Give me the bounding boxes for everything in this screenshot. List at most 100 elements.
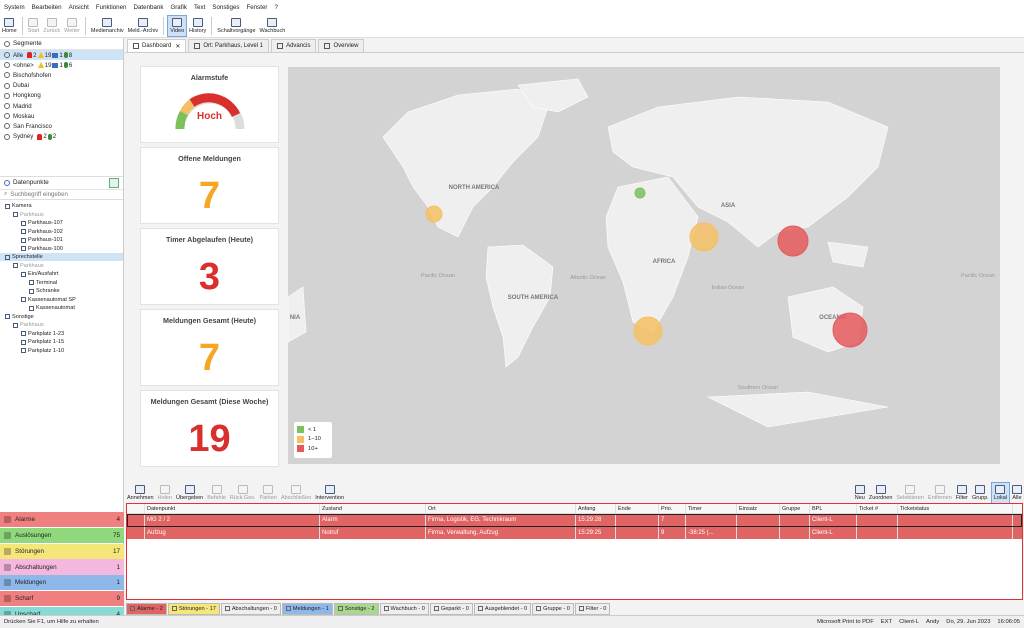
alarm-alle-button[interactable]: Alle: [1010, 482, 1024, 504]
tree-node[interactable]: Kassenautomat SP: [0, 295, 123, 304]
tab-2[interactable]: Advancis: [271, 39, 317, 52]
column-header[interactable]: Anfang: [576, 504, 616, 513]
tree-node[interactable]: Kamera: [0, 202, 123, 211]
filter-toggle-icon[interactable]: [109, 177, 119, 188]
alarm-entfernen-button[interactable]: Entfernen: [926, 482, 954, 504]
column-header[interactable]: Ende: [616, 504, 659, 513]
segment-item[interactable]: Alle 2 19 1 8: [0, 50, 123, 61]
toolbar-medienarchiv-button[interactable]: Medienarchiv: [89, 15, 126, 37]
tree-node[interactable]: Parkhaus-102: [0, 227, 123, 236]
tree-node[interactable]: Parkhaus-107: [0, 219, 123, 228]
tree-node[interactable]: Parkplatz 1-10: [0, 346, 123, 355]
map-bubble[interactable]: [832, 312, 868, 348]
alarm-filter-button[interactable]: Filter: [954, 482, 970, 504]
alarm-abschlieen-button[interactable]: Abschließen: [279, 482, 313, 504]
segment-item[interactable]: Moskau: [0, 111, 123, 121]
segment-item[interactable]: San Francisco: [0, 121, 123, 131]
tree-node[interactable]: Parkhaus: [0, 261, 123, 270]
column-header[interactable]: Ticketstatus: [898, 504, 1013, 513]
alarm-zuordnen-button[interactable]: Zuordnen: [867, 482, 895, 504]
tab-3[interactable]: Overview: [318, 39, 365, 52]
bottom-tab[interactable]: Störungen - 17: [167, 602, 220, 615]
tree-node[interactable]: Sonstige: [0, 312, 123, 321]
alarm-befehle-button[interactable]: Befehle: [205, 482, 228, 504]
category-abschaltungen[interactable]: Abschaltungen 1: [0, 559, 124, 575]
tree-node[interactable]: Kassenautomat: [0, 304, 123, 313]
bottom-tab[interactable]: Geparkt - 0: [429, 602, 473, 615]
map-bubble[interactable]: [634, 187, 646, 199]
segment-item[interactable]: Sydney 2 2: [0, 132, 123, 142]
alarm-grupp-button[interactable]: Grupp.: [970, 482, 991, 504]
toolbar-wachbuch-button[interactable]: Wachbuch: [258, 15, 288, 37]
table-row[interactable]: MG 2 / 2 Alarm Firma, Logistik, EG, Techni…: [127, 514, 1022, 527]
tab-1[interactable]: Ort: Parkhaus, Level 1: [188, 39, 270, 52]
category-auslösungen[interactable]: Auslösungen 75: [0, 527, 124, 544]
tree-node[interactable]: Parkhaus: [0, 321, 123, 330]
tree-node[interactable]: Parkplatz 1-15: [0, 338, 123, 347]
column-header[interactable]: Zustand: [320, 504, 426, 513]
segment-item[interactable]: Hongkong: [0, 91, 123, 101]
category-alarme[interactable]: Alarme 4: [0, 512, 124, 528]
tree-node[interactable]: Sprechstelle: [0, 252, 123, 262]
column-header[interactable]: Ort: [426, 504, 576, 513]
world-map[interactable]: NORTH AMERICA SOUTH AMERICA AFRICA ASIA OCEA…: [287, 67, 1000, 464]
datapoint-search[interactable]: ⌕ Suchbegriff eingeben: [0, 190, 123, 200]
category-scharf[interactable]: Scharf 9: [0, 590, 124, 607]
toolbar-schaltvorgnge-button[interactable]: Schaltvorgänge: [215, 15, 257, 37]
menu-text[interactable]: Text: [194, 4, 205, 11]
bottom-tab[interactable]: Alarme - 2: [126, 602, 167, 615]
toolbar-zurck-button[interactable]: Zurück: [41, 15, 62, 37]
tree-node[interactable]: Parkplatz 1-23: [0, 329, 123, 338]
segment-item[interactable]: <ohne> 19 1 6: [0, 60, 123, 70]
bottom-tab[interactable]: Filter - 0: [574, 602, 611, 615]
column-header[interactable]: Prio.: [659, 504, 686, 513]
tree-node[interactable]: Parkhaus-100: [0, 244, 123, 253]
menu-ansicht[interactable]: Ansicht: [69, 4, 89, 11]
tab-0[interactable]: Dashboard ✕: [127, 39, 187, 52]
bottom-tab[interactable]: Abschaltungen - 0: [220, 602, 281, 615]
map-bubble[interactable]: [633, 316, 663, 346]
tree-node[interactable]: Parkhaus: [0, 210, 123, 219]
column-header[interactable]: Datenpunkt: [145, 504, 320, 513]
tree-node[interactable]: Ein/Ausfahrt: [0, 270, 123, 279]
menu-grafik[interactable]: Grafik: [170, 4, 187, 11]
category-störungen[interactable]: Störungen 17: [0, 543, 124, 559]
bottom-tab[interactable]: Meldungen - 1: [281, 602, 333, 615]
menu-fenster[interactable]: Fenster: [247, 4, 268, 11]
alarm-selektieren-button[interactable]: Selektieren: [894, 482, 926, 504]
close-icon[interactable]: ✕: [175, 43, 180, 50]
menu-bearbeiten[interactable]: Bearbeiten: [32, 4, 62, 11]
menu-sonstiges[interactable]: Sonstiges: [212, 4, 239, 11]
toolbar-meldarchiv-button[interactable]: Meld.-Archiv: [126, 15, 161, 37]
tree-node[interactable]: Schranke: [0, 287, 123, 296]
alarm-rckges-button[interactable]: Rück.Ges.: [228, 482, 258, 504]
tree-node[interactable]: Terminal: [0, 278, 123, 287]
bottom-tab[interactable]: Ausgeblendet - 0: [473, 602, 532, 615]
segment-item[interactable]: Dubai: [0, 81, 123, 91]
toolbar-history-button[interactable]: History: [187, 15, 208, 37]
toolbar-start-button[interactable]: Start: [26, 15, 42, 37]
map-bubble[interactable]: [425, 205, 443, 223]
tree-node[interactable]: Parkhaus-101: [0, 236, 123, 245]
alarm-annehmen-button[interactable]: Annehmen: [125, 482, 156, 504]
column-header[interactable]: Einsatz: [737, 504, 780, 513]
segment-item[interactable]: Bischofshofen: [0, 70, 123, 80]
menu-system[interactable]: System: [4, 4, 25, 11]
alarm-parken-button[interactable]: Parken: [258, 482, 279, 504]
menu-datenbank[interactable]: Datenbank: [134, 4, 164, 11]
column-header[interactable]: BPL: [810, 504, 857, 513]
map-bubble[interactable]: [777, 225, 809, 257]
category-meldungen[interactable]: Meldungen 1: [0, 575, 124, 591]
alarm-bergeben-button[interactable]: Übergeben: [174, 482, 205, 504]
toolbar-video-button[interactable]: Video: [167, 14, 188, 37]
column-header[interactable]: [127, 504, 145, 513]
alarm-holen-button[interactable]: Holen: [156, 482, 174, 504]
toolbar-weiter-button[interactable]: Weiter: [62, 15, 82, 37]
column-header[interactable]: Timer: [686, 504, 737, 513]
column-header[interactable]: Gruppe: [780, 504, 810, 513]
bottom-tab[interactable]: Gruppe - 0: [532, 602, 574, 615]
menu-help[interactable]: ?: [274, 4, 277, 11]
menu-funktionen[interactable]: Funktionen: [96, 4, 127, 11]
alarm-neu-button[interactable]: Neu: [853, 482, 867, 504]
toolbar-home-button[interactable]: Home: [0, 15, 19, 37]
